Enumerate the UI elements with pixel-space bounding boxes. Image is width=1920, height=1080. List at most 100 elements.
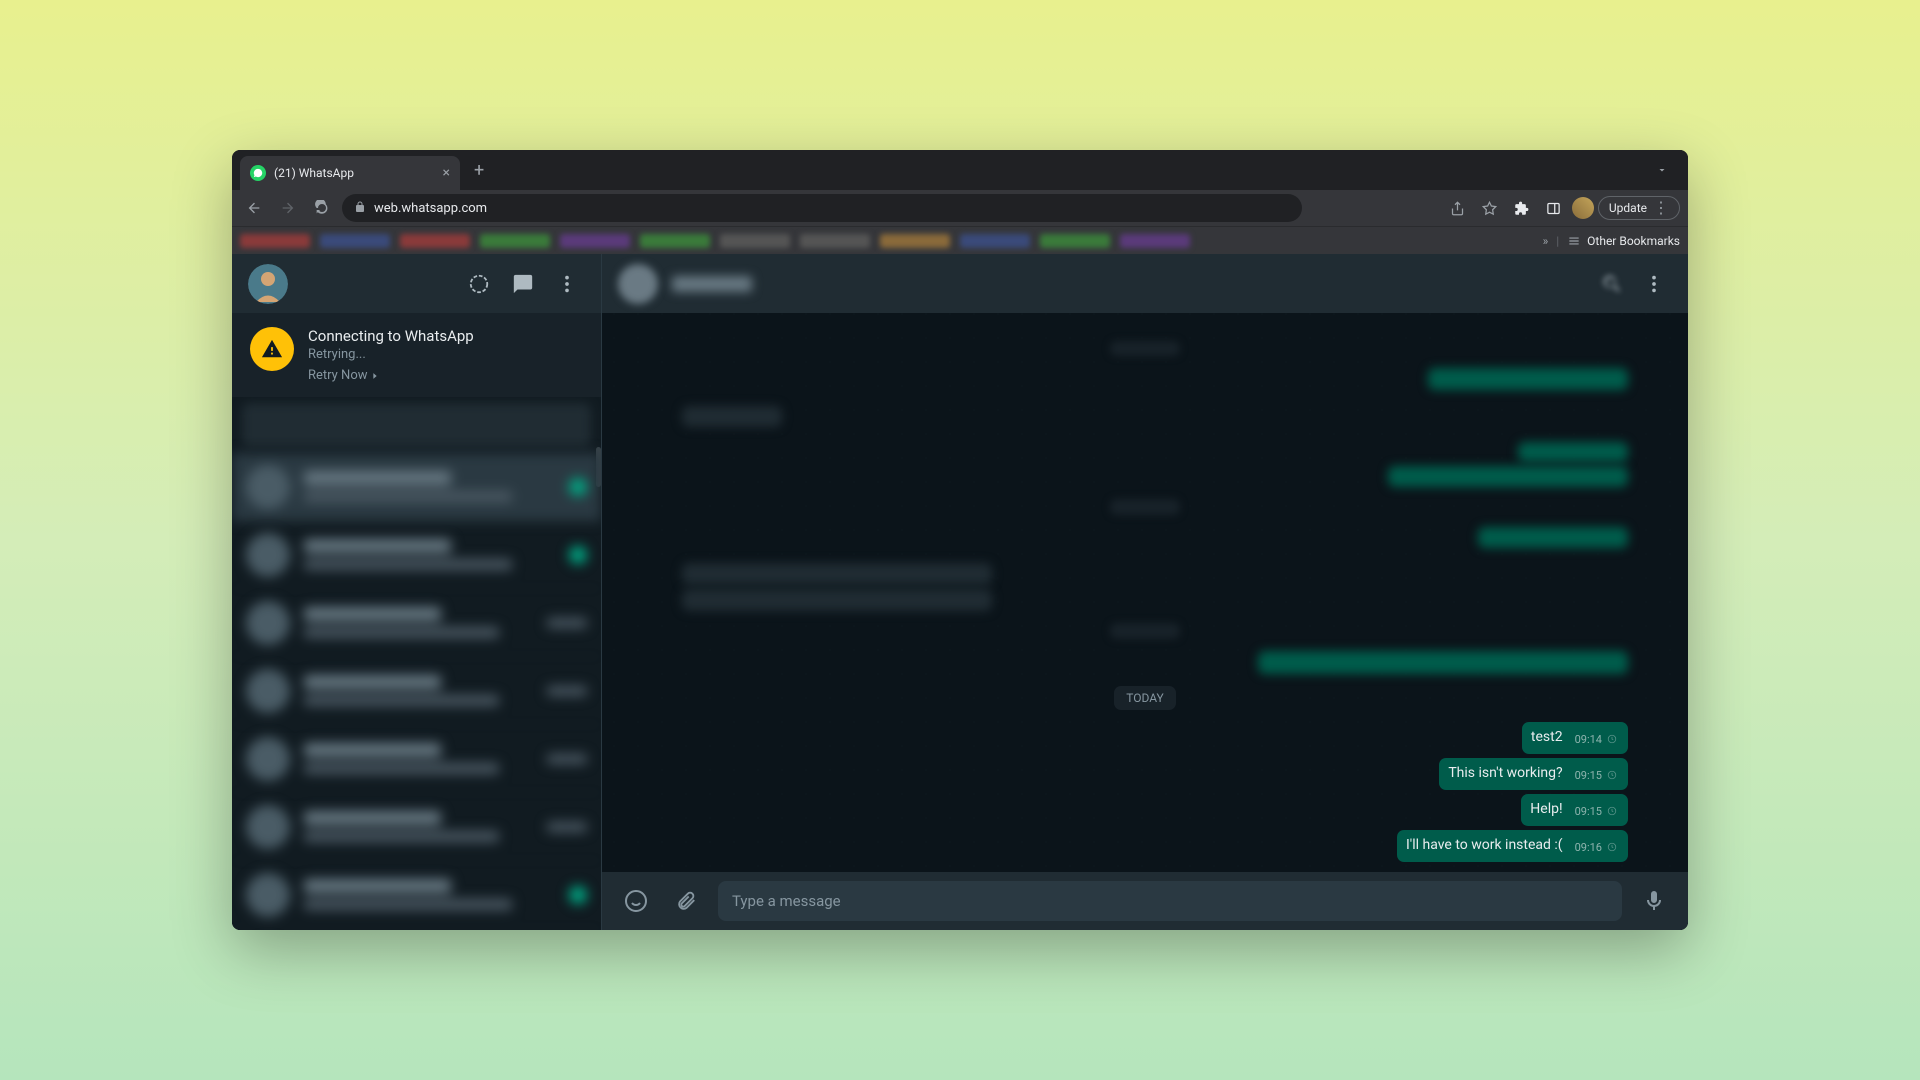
lock-icon — [354, 201, 366, 216]
message-input-wrapper — [718, 881, 1622, 921]
bookmark-item[interactable] — [640, 234, 710, 248]
message-text: Help! — [1530, 800, 1566, 819]
sidepanel-icon[interactable] — [1540, 194, 1568, 222]
peer-avatar[interactable] — [618, 264, 658, 304]
clock-icon — [1605, 842, 1619, 852]
mic-icon[interactable] — [1636, 883, 1672, 919]
message-out[interactable] — [1258, 651, 1628, 674]
message-time: 09:16 — [1575, 838, 1602, 857]
sidebar-header — [232, 254, 601, 313]
bookmark-item[interactable] — [960, 234, 1030, 248]
tabs-dropdown-icon[interactable] — [1644, 161, 1680, 180]
message-in[interactable] — [682, 589, 992, 611]
extensions-icon[interactable] — [1508, 194, 1536, 222]
bookmark-item[interactable] — [1120, 234, 1190, 248]
chat-list-item[interactable] — [232, 589, 601, 657]
message-time: 09:15 — [1575, 802, 1602, 821]
message-out[interactable]: Help! 09:15 — [1521, 794, 1628, 826]
message-time: 09:15 — [1575, 766, 1602, 785]
day-separator: TODAY — [1114, 686, 1176, 710]
message-out[interactable] — [1478, 527, 1628, 548]
bookmark-item[interactable] — [240, 234, 310, 248]
new-chat-icon[interactable] — [505, 266, 541, 302]
day-separator — [1110, 623, 1180, 638]
profile-avatar[interactable] — [1572, 197, 1594, 219]
bookmark-overflow[interactable]: » — [1543, 234, 1549, 248]
chat-list-item[interactable] — [232, 521, 601, 589]
bookmark-item[interactable] — [720, 234, 790, 248]
message-in[interactable] — [682, 563, 992, 585]
clock-icon — [1605, 770, 1619, 780]
browser-window: (21) WhatsApp × + web.whatsapp.com Updat… — [232, 150, 1688, 930]
tab-bar: (21) WhatsApp × + — [232, 150, 1688, 190]
peer-name[interactable] — [672, 276, 752, 292]
message-input[interactable] — [732, 892, 1608, 910]
bookmark-item[interactable] — [320, 234, 390, 248]
bookmark-item[interactable] — [800, 234, 870, 248]
clock-icon — [1605, 734, 1619, 744]
chat-list-item[interactable] — [232, 725, 601, 793]
message-in[interactable] — [682, 406, 782, 427]
bookmark-item[interactable] — [480, 234, 550, 248]
update-label: Update — [1609, 201, 1647, 215]
message-out[interactable]: This isn't working? 09:15 — [1439, 758, 1628, 790]
chat-list-item[interactable] — [232, 793, 601, 861]
menu-icon[interactable] — [549, 266, 585, 302]
chat-list-item[interactable] — [232, 657, 601, 725]
whatsapp-app: Connecting to WhatsApp Retrying... Retry… — [232, 254, 1688, 930]
message-text: This isn't working? — [1448, 764, 1566, 783]
message-out[interactable] — [1518, 442, 1628, 462]
connection-banner: Connecting to WhatsApp Retrying... Retry… — [232, 313, 601, 397]
emoji-icon[interactable] — [618, 883, 654, 919]
bookmark-item[interactable] — [1040, 234, 1110, 248]
connection-title: Connecting to WhatsApp — [308, 327, 474, 345]
message-out[interactable] — [1428, 368, 1628, 390]
bookmark-item[interactable] — [560, 234, 630, 248]
forward-button[interactable] — [274, 194, 302, 222]
back-button[interactable] — [240, 194, 268, 222]
conversation-header — [602, 254, 1688, 313]
message-out[interactable]: test2 09:14 — [1522, 722, 1628, 754]
conversation-menu-icon[interactable] — [1636, 266, 1672, 302]
warning-icon — [250, 327, 294, 371]
retry-now-link[interactable]: Retry Now — [308, 368, 380, 383]
chat-list-item[interactable] — [232, 861, 601, 929]
other-bookmarks-button[interactable]: Other Bookmarks — [1567, 234, 1680, 248]
retry-label: Retry Now — [308, 368, 368, 383]
conversation-pane: TODAY test2 09:14 This isn't working? 09… — [602, 254, 1688, 930]
other-bookmarks-label: Other Bookmarks — [1587, 234, 1680, 248]
chat-list-item[interactable] — [232, 929, 601, 930]
reload-button[interactable] — [308, 194, 336, 222]
connection-subtitle: Retrying... — [308, 347, 474, 362]
message-out[interactable]: I'll have to work instead :( 09:16 — [1397, 830, 1628, 862]
composer — [602, 872, 1688, 930]
status-icon[interactable] — [461, 266, 497, 302]
sidebar: Connecting to WhatsApp Retrying... Retry… — [232, 254, 602, 930]
tab-whatsapp[interactable]: (21) WhatsApp × — [240, 156, 460, 190]
tab-close-icon[interactable]: × — [443, 165, 450, 181]
bookmark-star-icon[interactable] — [1476, 194, 1504, 222]
search-in-chat-icon[interactable] — [1594, 266, 1630, 302]
new-tab-button[interactable]: + — [464, 160, 494, 181]
attach-icon[interactable] — [668, 883, 704, 919]
address-bar[interactable]: web.whatsapp.com — [342, 194, 1302, 222]
nav-bar: web.whatsapp.com Update ⋮ — [232, 190, 1688, 226]
bookmark-item[interactable] — [880, 234, 950, 248]
my-avatar[interactable] — [248, 264, 288, 304]
search-input[interactable] — [242, 403, 591, 447]
update-button[interactable]: Update ⋮ — [1598, 196, 1680, 220]
chat-list — [232, 397, 601, 930]
bookmark-bar: » | Other Bookmarks — [232, 226, 1688, 254]
clock-icon — [1605, 806, 1619, 816]
message-out[interactable] — [1388, 466, 1628, 487]
url-text: web.whatsapp.com — [374, 201, 487, 216]
day-separator — [1110, 499, 1180, 514]
day-separator — [1110, 341, 1180, 356]
bookmark-item[interactable] — [400, 234, 470, 248]
tab-title: (21) WhatsApp — [274, 166, 435, 180]
share-icon[interactable] — [1444, 194, 1472, 222]
message-list: TODAY test2 09:14 This isn't working? 09… — [602, 313, 1688, 872]
message-text: test2 — [1531, 728, 1567, 747]
whatsapp-favicon — [250, 165, 266, 181]
chat-list-item[interactable] — [232, 453, 601, 521]
